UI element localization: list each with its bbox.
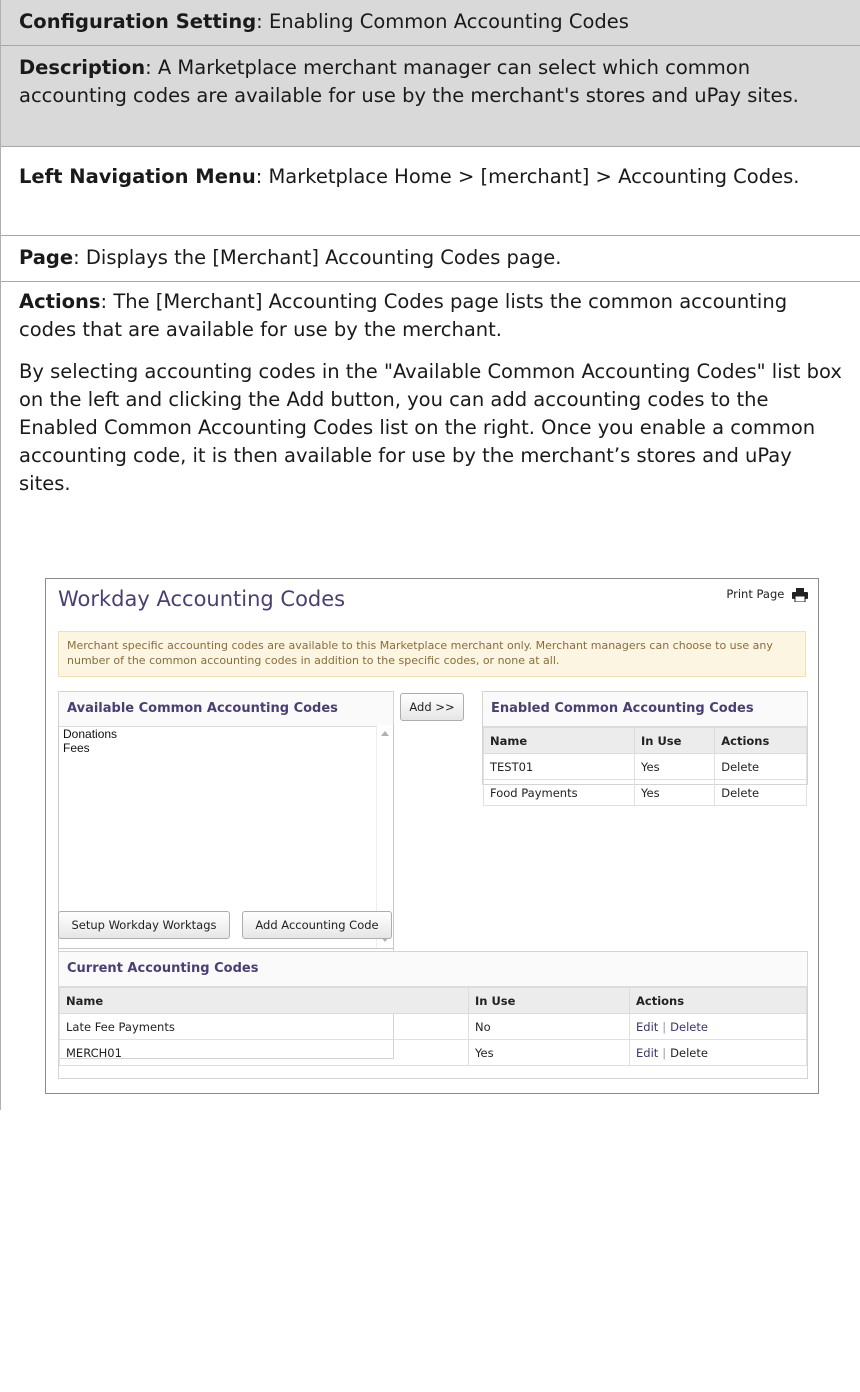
- delete-link[interactable]: Delete: [714, 753, 807, 780]
- setup-worktags-button[interactable]: Setup Workday Worktags: [58, 911, 230, 939]
- table-row: Food Payments Yes Delete: [483, 779, 807, 806]
- table-row: Late Fee Payments No Edit | Delete: [59, 1013, 807, 1040]
- edit-link[interactable]: Edit: [636, 1046, 658, 1060]
- link-separator: |: [662, 1019, 667, 1034]
- page-title: Workday Accounting Codes: [58, 587, 346, 611]
- document-table: Configuration Setting: Enabling Common A…: [0, 0, 860, 1110]
- table-row: TEST01 Yes Delete: [483, 753, 807, 780]
- add-accounting-code-button[interactable]: Add Accounting Code: [242, 911, 392, 939]
- enabled-codes-table: Name In Use Actions TEST01 Yes Delete Fo…: [483, 727, 807, 806]
- info-notice: Merchant specific accounting codes are a…: [58, 631, 806, 677]
- edit-link[interactable]: Edit: [636, 1020, 658, 1034]
- column-header: Name: [59, 987, 469, 1014]
- left-nav-row: Left Navigation Menu: Marketplace Home >…: [1, 147, 860, 236]
- code-name: Late Fee Payments: [59, 1013, 469, 1040]
- code-name: MERCH01: [59, 1039, 469, 1066]
- embedded-screenshot: Workday Accounting Codes Print Page Merc…: [45, 578, 819, 1094]
- description-label: Description: [19, 56, 146, 79]
- config-label: Configuration Setting: [19, 10, 257, 33]
- current-codes-panel: Current Accounting Codes Name In Use Act…: [58, 951, 808, 1079]
- enabled-codes-panel: Enabled Common Accounting Codes Name In …: [482, 691, 808, 806]
- config-row: Configuration Setting: Enabling Common A…: [1, 0, 860, 46]
- delete-link[interactable]: Delete: [670, 1046, 708, 1060]
- scroll-up-icon[interactable]: [381, 731, 389, 736]
- config-text: : Enabling Common Accounting Codes: [256, 10, 629, 33]
- left-nav-label: Left Navigation Menu: [19, 165, 256, 188]
- add-button[interactable]: Add >>: [400, 693, 464, 721]
- column-header: Actions: [714, 727, 807, 754]
- current-codes-heading: Current Accounting Codes: [59, 952, 807, 987]
- printer-icon: [792, 588, 808, 603]
- list-item[interactable]: Fees: [63, 741, 389, 755]
- code-in-use: Yes: [633, 753, 716, 780]
- column-header: Actions: [629, 987, 807, 1014]
- code-name: TEST01: [483, 753, 635, 780]
- column-header: In Use: [633, 727, 716, 754]
- column-header: Name: [483, 727, 635, 754]
- code-in-use: Yes: [633, 779, 716, 806]
- actions-text: : The [Merchant] Accounting Codes page l…: [19, 290, 788, 341]
- list-item[interactable]: Donations: [63, 727, 389, 741]
- print-page-link[interactable]: Print Page: [726, 587, 808, 603]
- page-text: : Displays the [Merchant] Accounting Cod…: [73, 246, 562, 269]
- code-in-use: Yes: [468, 1039, 630, 1066]
- actions-label: Actions: [19, 290, 101, 313]
- enabled-codes-heading: Enabled Common Accounting Codes: [483, 692, 807, 727]
- link-separator: |: [662, 1045, 667, 1060]
- page-label: Page: [19, 246, 74, 269]
- available-codes-heading: Available Common Accounting Codes: [59, 692, 393, 727]
- delete-link[interactable]: Delete: [714, 779, 807, 806]
- actions-paragraph: By selecting accounting codes in the "Av…: [19, 360, 842, 495]
- table-row: MERCH01 Yes Edit | Delete: [59, 1039, 807, 1066]
- delete-link[interactable]: Delete: [670, 1020, 708, 1034]
- code-in-use: No: [468, 1013, 630, 1040]
- code-name: Food Payments: [483, 779, 635, 806]
- left-nav-text: : Marketplace Home > [merchant] > Accoun…: [255, 165, 800, 188]
- current-codes-table: Name In Use Actions Late Fee Payments No…: [59, 987, 807, 1066]
- description-row: Description: A Marketplace merchant mana…: [1, 46, 860, 147]
- print-page-label: Print Page: [726, 587, 785, 601]
- column-header: In Use: [468, 987, 630, 1014]
- page-row: Page: Displays the [Merchant] Accounting…: [1, 236, 860, 282]
